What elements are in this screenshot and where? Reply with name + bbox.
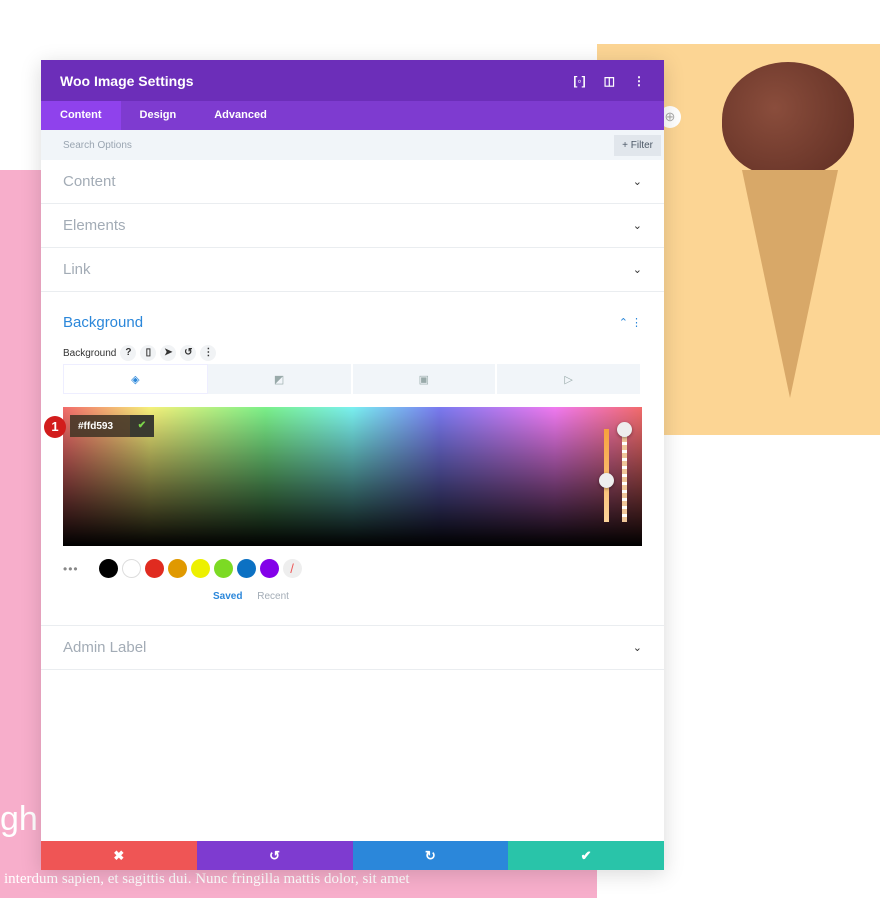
chevron-down-icon: ⌄ (632, 176, 642, 188)
video-tab-icon[interactable]: ▷ (497, 364, 642, 394)
section-title: Admin Label (63, 639, 147, 656)
chevron-up-icon[interactable]: ⌃ ⋮ (619, 316, 642, 329)
ice-cream-cone (742, 170, 838, 398)
undo-icon: ↺ (269, 847, 281, 863)
section-admin-label[interactable]: Admin Label ⌄ (41, 626, 664, 670)
check-icon: ✔ (580, 847, 592, 863)
more-options-icon[interactable]: ⋮ (633, 74, 645, 88)
swatch-green[interactable] (213, 559, 233, 578)
page-heading: gh (0, 800, 38, 838)
opacity-slider-handle[interactable] (617, 422, 632, 437)
cancel-button[interactable]: ✖ (41, 841, 197, 870)
mobile-icon[interactable]: ▯ (140, 345, 157, 361)
chevron-down-icon: ⌄ (632, 264, 642, 276)
swatch-white[interactable] (121, 559, 141, 578)
tab-advanced[interactable]: Advanced (195, 101, 286, 130)
swatch-black[interactable] (98, 559, 118, 578)
saved-tab[interactable]: Saved (213, 591, 242, 602)
chevron-down-icon: ⌄ (632, 220, 642, 232)
hex-value: #ffd593 (78, 420, 114, 432)
tab-design[interactable]: Design (121, 101, 196, 130)
check-icon[interactable]: ✔ (130, 415, 154, 437)
section-title: Content (63, 173, 116, 190)
settings-panel: Woo Image Settings [◦] ◫ ⋮ Content Desig… (41, 60, 664, 870)
swatch-orange[interactable] (167, 559, 187, 578)
undo-button[interactable]: ↺ (196, 841, 353, 870)
panel-header: Woo Image Settings [◦] ◫ ⋮ (41, 60, 664, 101)
redo-icon: ↻ (424, 847, 436, 863)
background-label: Background (63, 347, 117, 359)
color-swatches: ••• / (63, 559, 306, 578)
section-elements[interactable]: Elements ⌄ (41, 204, 664, 248)
close-icon: ✖ (113, 847, 125, 863)
page-body-text: interdum sapien, et sagittis dui. Nunc f… (4, 871, 410, 887)
section-title: Link (63, 261, 91, 278)
swatch-purple[interactable] (259, 559, 279, 578)
save-button[interactable]: ✔ (508, 841, 664, 870)
redo-button[interactable]: ↻ (352, 841, 509, 870)
reset-icon[interactable]: ↺ (180, 345, 197, 361)
hue-slider-handle[interactable] (599, 473, 614, 488)
opacity-slider[interactable] (622, 429, 627, 522)
no-color-icon[interactable]: / (282, 559, 302, 578)
panel-title: Woo Image Settings (60, 72, 194, 89)
filter-button[interactable]: + Filter (614, 134, 661, 156)
search-input[interactable]: Search Options (63, 140, 132, 151)
section-title[interactable]: Background (63, 314, 143, 331)
image-tab-icon[interactable]: ▣ (353, 364, 498, 394)
section-link[interactable]: Link ⌄ (41, 248, 664, 292)
section-background: Background ⌃ ⋮ Background ? ▯ ➤ ↺ ⋮ ◈ ◩ … (41, 292, 664, 626)
section-content[interactable]: Content ⌄ (41, 160, 664, 204)
split-view-icon[interactable]: ◫ (604, 74, 615, 88)
swatch-yellow[interactable] (190, 559, 210, 578)
swatch-blue[interactable] (236, 559, 256, 578)
fullscreen-icon[interactable]: [◦] (573, 74, 585, 88)
chevron-down-icon: ⌄ (632, 642, 642, 654)
swatch-red[interactable] (144, 559, 164, 578)
gradient-tab-icon[interactable]: ◩ (208, 364, 353, 394)
tab-content[interactable]: Content (41, 101, 121, 130)
more-icon[interactable]: ⋮ (200, 345, 217, 361)
ice-cream-scoop (722, 62, 854, 177)
hover-cursor-icon[interactable]: ➤ (160, 345, 177, 361)
hex-color-input[interactable]: #ffd593 ✔ (70, 415, 154, 437)
recent-tab[interactable]: Recent (257, 591, 289, 602)
more-swatches-icon[interactable]: ••• (63, 562, 79, 576)
help-icon[interactable]: ? (120, 345, 137, 361)
section-title: Elements (63, 217, 126, 234)
color-tab-paint-bucket-icon[interactable]: ◈ (63, 364, 208, 394)
step-badge: 1 (44, 416, 66, 438)
